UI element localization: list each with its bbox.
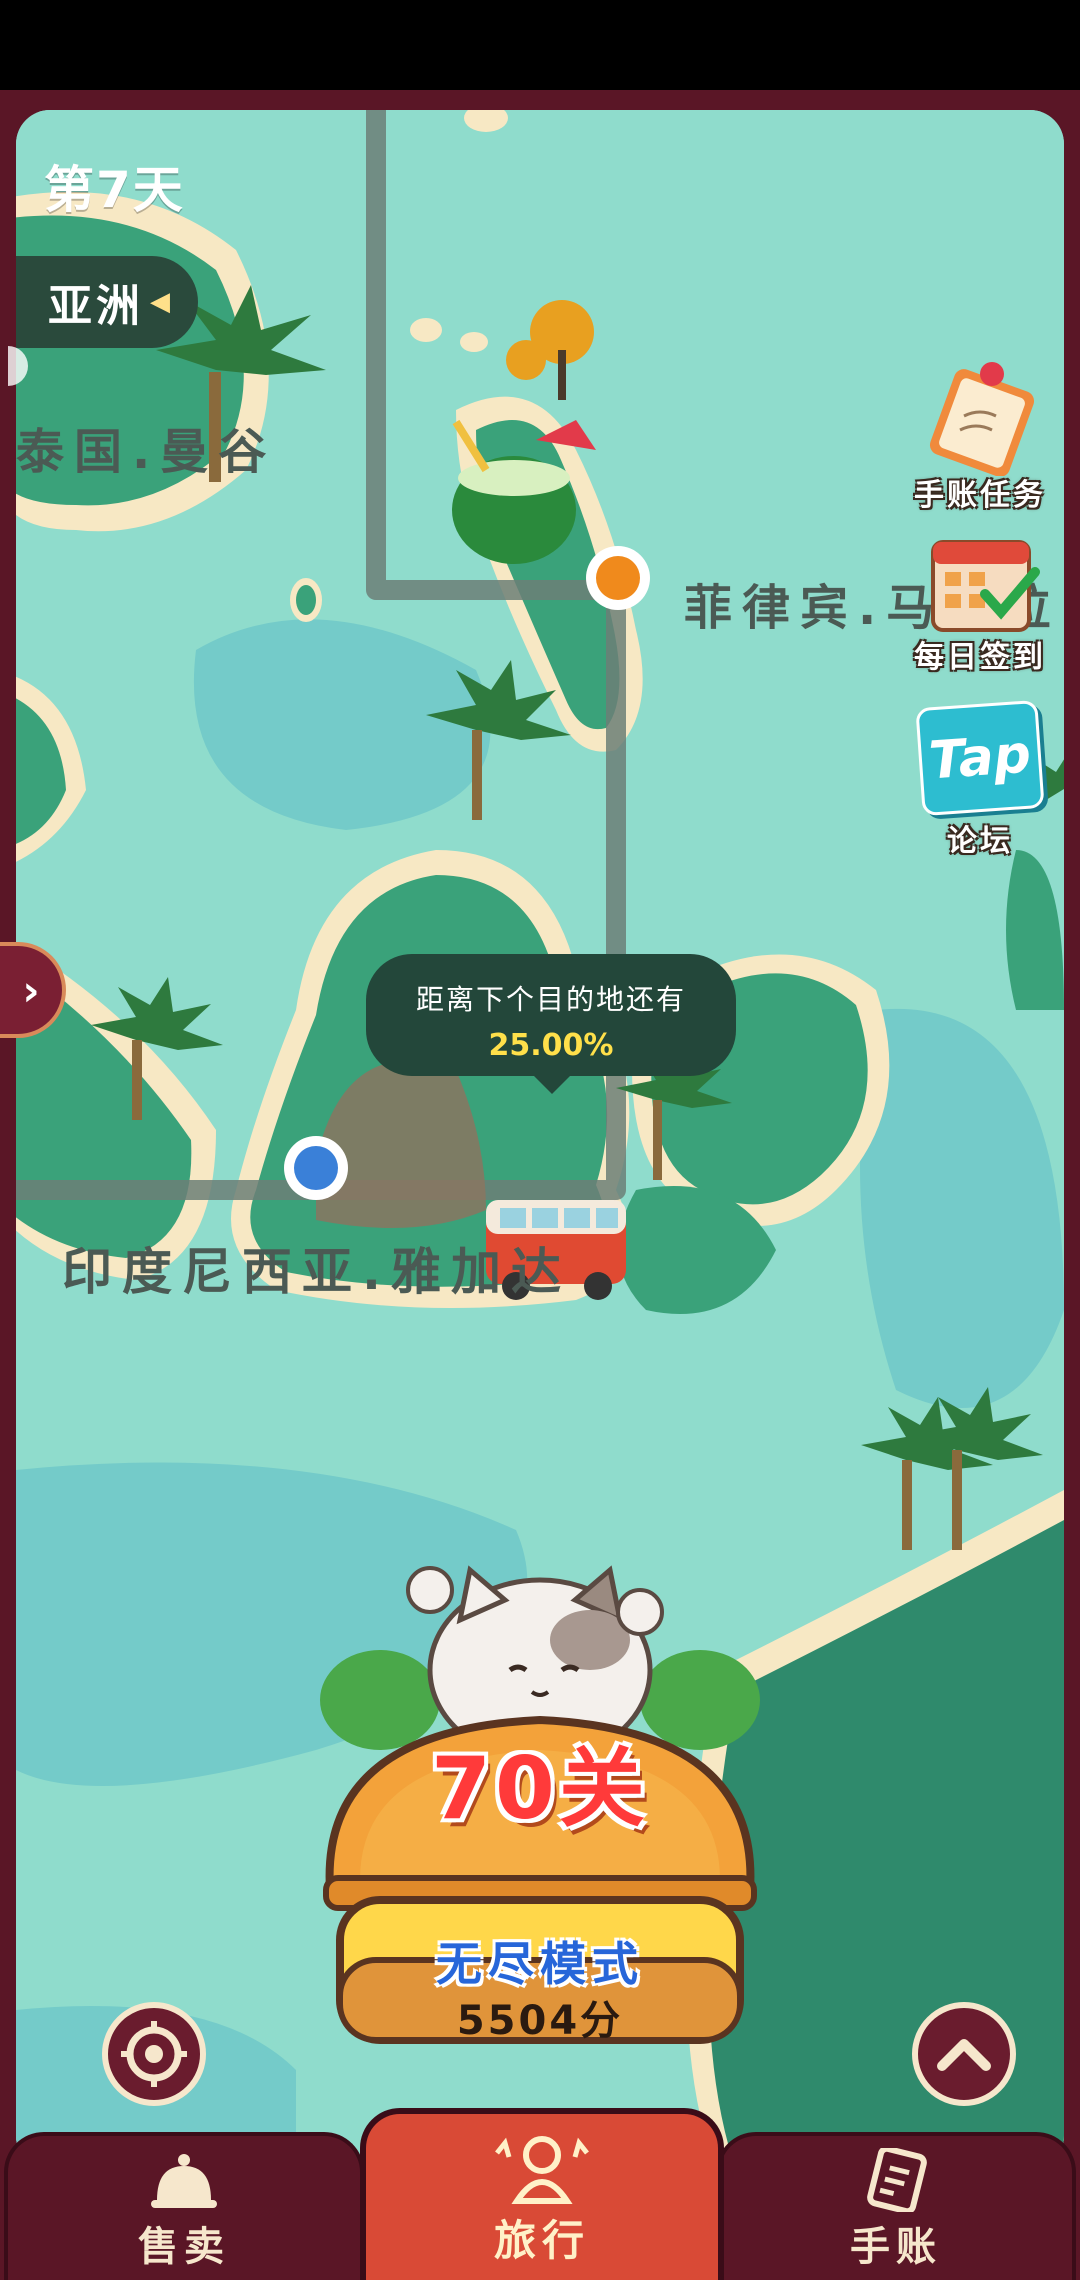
caret-left-icon: ◀ [150,287,174,317]
notebook-icon [867,2148,927,2212]
city-label-jakarta: 印度尼西亚.雅加达 [62,1243,571,1301]
distance-label: 距离下个目的地还有 [415,983,686,1016]
daily-checkin-label: 每日签到 [914,640,1046,675]
distance-percent: 25.00% [488,1028,614,1063]
journal-task-label: 手账任务 [914,478,1046,513]
tab-travel[interactable]: 旅行 [360,2108,724,2280]
scroll-up-button[interactable] [912,2002,1016,2106]
calendar-check-icon [931,540,1040,632]
service-bell-icon [151,2154,217,2208]
region-selector[interactable]: 亚洲 ◀ [8,256,198,386]
tab-notes-label: 手账 [850,2224,942,2270]
tab-sell-label: 售卖 [138,2224,230,2270]
daily-checkin-button[interactable]: 每日签到 [905,528,1055,676]
level-start-button[interactable]: 70关 [300,1718,780,1843]
distance-bubble: 距离下个目的地还有 25.00% [366,954,736,1094]
day-counter: 第7天 [44,161,185,219]
status-bar [0,0,1080,90]
tab-sell[interactable]: 售卖 [4,2132,364,2280]
endless-score: 5504分 [456,1998,624,2044]
journal-task-button[interactable]: 手账任务 [905,356,1055,514]
tab-travel-label: 旅行 [493,2216,590,2265]
crosshair-icon [121,2021,187,2087]
chevron-right-icon: › [22,965,40,1015]
endless-mode-button[interactable]: 无尽模式 [300,1928,780,1994]
travel-person-icon [495,2136,589,2204]
region-label: 亚洲 [48,281,144,332]
chevron-up-icon [937,2039,991,2071]
tab-notes[interactable]: 手账 [716,2132,1076,2280]
tap-forum-button[interactable]: Tap 论坛 [905,699,1055,860]
clipboard-icon [929,362,1035,476]
level-panel: 70关 无尽模式 5504分 [300,1560,780,2050]
tap-logo-icon: Tap [915,699,1045,817]
locate-button[interactable] [102,2002,206,2106]
forum-label: 论坛 [947,824,1013,859]
city-label-bangkok: 泰国.曼谷 [16,424,277,480]
